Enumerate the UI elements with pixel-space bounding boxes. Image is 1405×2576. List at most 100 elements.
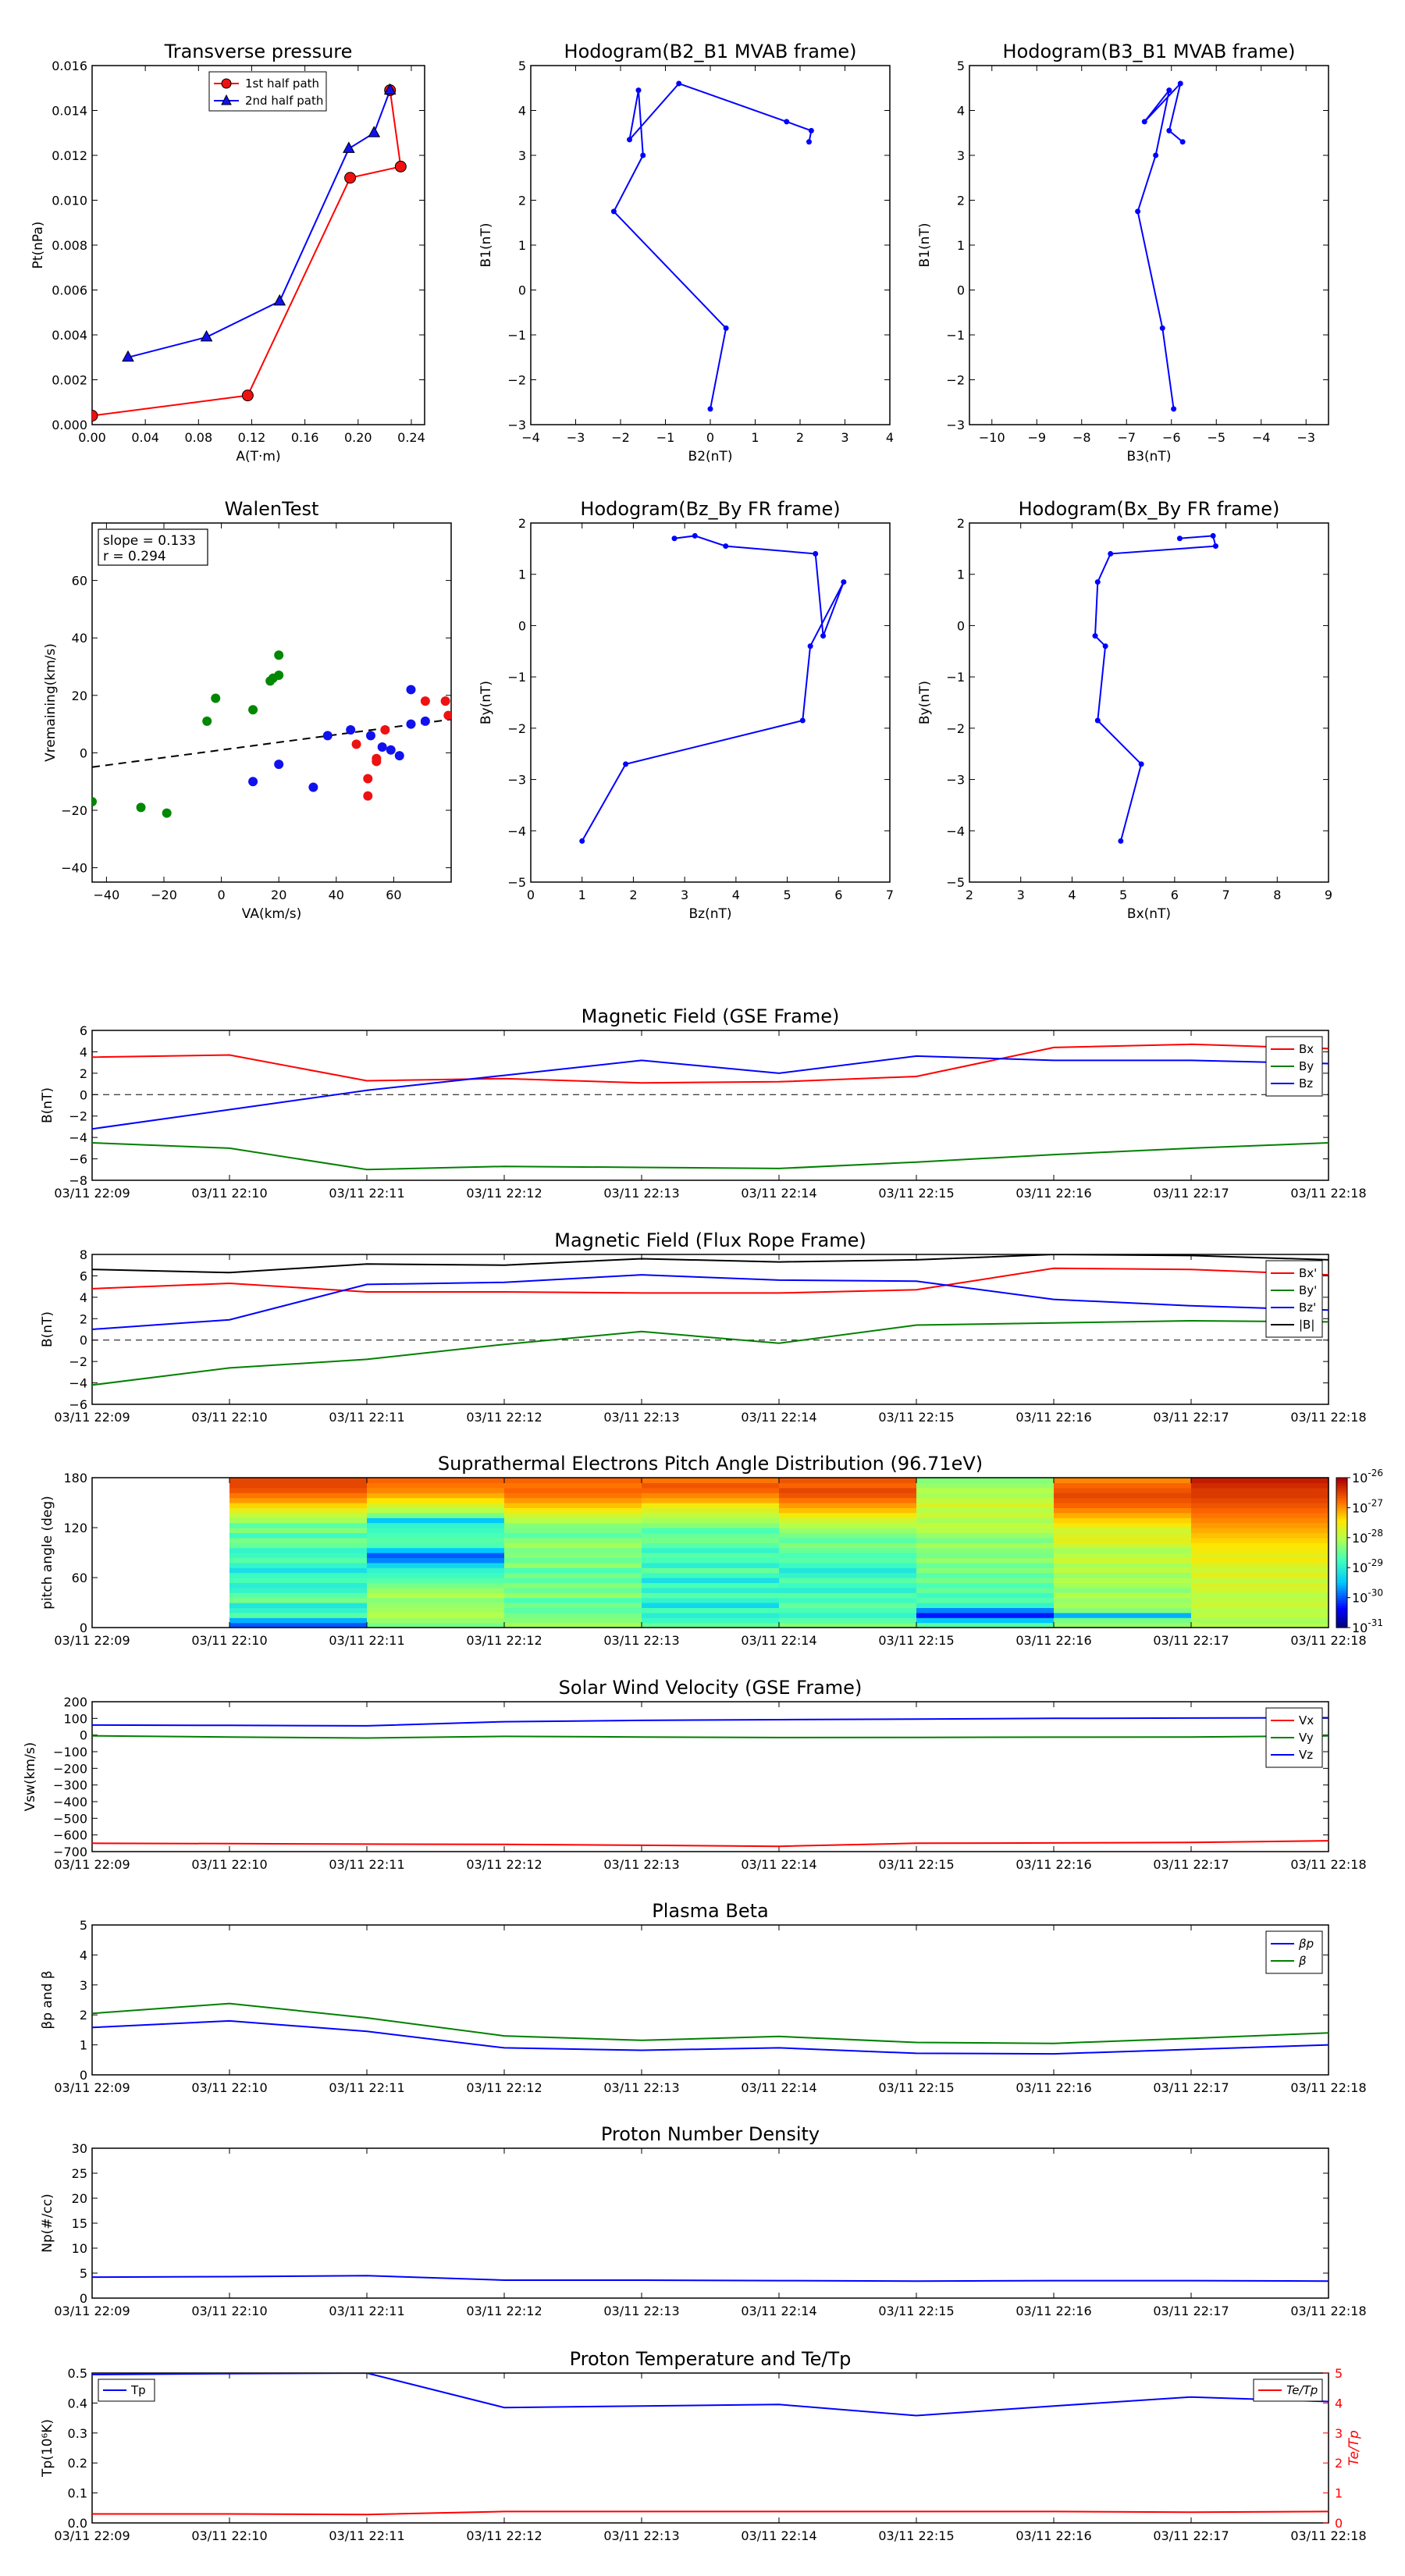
x-axis-label: VA(km/s) — [242, 906, 301, 922]
x-tick-label: 03/11 22:09 — [54, 2304, 130, 2318]
legend-label: βp — [1298, 1937, 1314, 1951]
pad-cell — [229, 1487, 368, 1493]
pad-cell — [1191, 1592, 1329, 1599]
y-tick-label: 2 — [80, 2008, 87, 2023]
colorbar-exponent: -27 — [1368, 1497, 1383, 1508]
pad-cell — [504, 1582, 642, 1589]
x-tick-label: 03/11 22:18 — [1290, 1410, 1366, 1425]
x-tick-label: 9 — [1325, 888, 1332, 902]
y-tick-label: 1 — [518, 568, 526, 582]
pad-cell — [916, 1482, 1055, 1489]
x-axis-label: B3(nT) — [1127, 449, 1172, 464]
data-layer — [92, 1717, 1329, 1848]
data-point — [623, 761, 629, 767]
scatter-point — [386, 745, 396, 755]
chart-tp_temp: Proton Temperature and Te/Tp03/11 22:09 0… — [40, 2348, 1367, 2543]
y-tick-label: 0.3 — [68, 2426, 87, 2441]
y-tick-label: −4 — [507, 824, 526, 838]
colorbar-exponent: -28 — [1368, 1528, 1383, 1539]
y-tick-label: 2 — [957, 194, 965, 208]
legend-label: Vz — [1299, 1748, 1313, 1762]
chart-mag_fr: Magnetic Field (Flux Rope Frame) 03/11 22… — [40, 1229, 1367, 1425]
data-point — [1171, 406, 1177, 412]
x-tick-label: 0.12 — [238, 430, 266, 445]
data-point — [1166, 127, 1172, 133]
chart-mag_gse: Magnetic Field (GSE Frame) 03/11 22:09 03/… — [40, 1005, 1367, 1201]
data-layer — [92, 83, 407, 422]
pad-cell — [1191, 1512, 1329, 1518]
pad-cell — [229, 1512, 368, 1518]
legend-label: β — [1298, 1954, 1307, 1968]
x-tick-label: 03/11 22:16 — [1016, 2304, 1091, 2318]
pad-cell — [779, 1612, 917, 1618]
pad-cell — [229, 1562, 368, 1568]
y-tick-label: 0.1 — [68, 2486, 87, 2501]
pad-cell — [779, 1587, 917, 1593]
pad-cell — [229, 1528, 368, 1533]
pad-cell — [1054, 1487, 1192, 1493]
pad-cell — [229, 1547, 368, 1553]
pad-cell — [1191, 1487, 1329, 1493]
pad-cell — [1054, 1532, 1192, 1539]
pad-cell — [504, 1522, 642, 1528]
pad-cell — [367, 1487, 505, 1493]
chart-tp: Transverse pressure0.00 0.04 0.08 0.12 0.16 0… — [30, 41, 425, 464]
pad-cell — [1054, 1522, 1192, 1528]
chart-title: Magnetic Field (GSE Frame) — [582, 1005, 840, 1027]
x-tick-label: 0.04 — [131, 430, 159, 445]
pad-cell — [1054, 1537, 1192, 1543]
y-tick-label: 180 — [63, 1471, 87, 1485]
scatter-point — [380, 724, 390, 735]
pad-cell — [916, 1567, 1055, 1574]
y-tick-label: 0.2 — [68, 2456, 87, 2471]
pad-cell — [1054, 1597, 1192, 1603]
x-tick-label: 03/11 22:14 — [741, 1857, 816, 1872]
series-line-By — [92, 1142, 1329, 1171]
x-tick-label: 03/11 22:13 — [603, 1186, 679, 1201]
pad-cell — [642, 1532, 780, 1539]
pad-cell — [1191, 1522, 1329, 1528]
x-tick-label: 7 — [1222, 888, 1229, 902]
legend-label: |B| — [1299, 1318, 1314, 1332]
x-tick-label: 03/11 22:09 — [54, 1186, 130, 1201]
pad-cell — [642, 1537, 780, 1543]
pad-cell — [779, 1503, 917, 1508]
pad-cell — [504, 1532, 642, 1539]
pad-cell — [1191, 1482, 1329, 1489]
y-tick-label: 200 — [63, 1695, 87, 1710]
y-tick-label: 0 — [80, 1621, 87, 1635]
pad-cell — [504, 1572, 642, 1578]
y-tick-label: −600 — [53, 1828, 87, 1843]
x-tick-label: 03/11 22:11 — [329, 2080, 404, 2095]
y-tick-label: −2 — [946, 721, 965, 736]
pad-cell — [367, 1603, 505, 1608]
pad-cell — [367, 1562, 505, 1568]
series-line-Bx — [92, 1043, 1329, 1084]
pad-cell — [504, 1487, 642, 1493]
chart-beta: Plasma Beta 03/11 22:09 03/11 22:10 03/11 2… — [40, 1900, 1367, 2095]
y-tick-label: 15 — [72, 2216, 87, 2231]
x-tick-label: 03/11 22:12 — [466, 2528, 542, 2543]
pad-cell — [779, 1493, 917, 1499]
pad-cell — [504, 1503, 642, 1508]
chart-hodo4: Hodogram(Bx_By FR frame) 2 3 4 5 6 7 8 9 −5 −4 −3 −2… — [917, 498, 1332, 922]
scatter-point — [406, 719, 416, 729]
pad-cell — [367, 1532, 505, 1539]
pad-cell — [1054, 1592, 1192, 1599]
pad-cell — [1054, 1547, 1192, 1553]
pad-cell — [1191, 1557, 1329, 1564]
y-tick-label: 5 — [80, 2266, 87, 2281]
y-tick-label: −500 — [53, 1811, 87, 1826]
pad-cell — [779, 1487, 917, 1493]
pad-cell — [1054, 1482, 1192, 1489]
x-tick-label: 0 — [218, 888, 226, 902]
data-point — [1141, 119, 1147, 125]
y-tick-label: 0.000 — [52, 418, 87, 432]
y-tick-label: 20 — [72, 688, 87, 703]
pad-cell — [642, 1612, 780, 1618]
y-axis-label: By(nT) — [478, 681, 494, 724]
y-tick-label: 0.0 — [68, 2516, 87, 2531]
series-line-2nd half path — [127, 90, 391, 358]
pad-cell — [642, 1567, 780, 1574]
y-axis-label: B(nT) — [40, 1087, 55, 1123]
